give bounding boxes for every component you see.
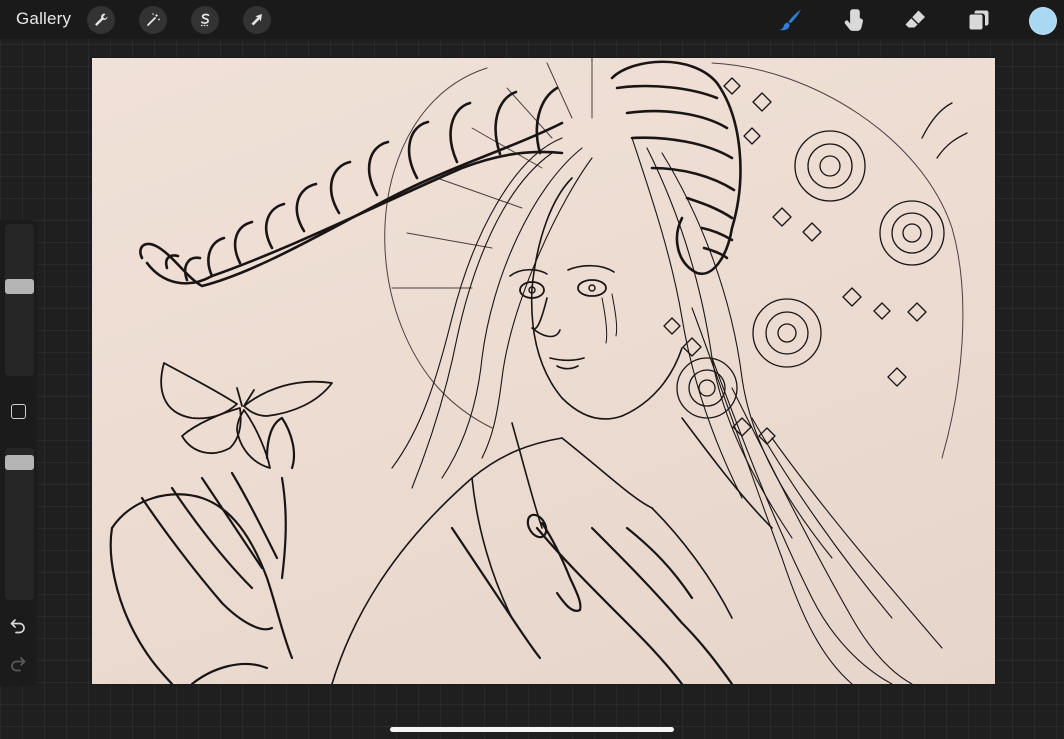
selection-button[interactable] bbox=[191, 6, 219, 34]
right-horn bbox=[610, 60, 742, 276]
brush-size-slider[interactable] bbox=[5, 224, 34, 376]
eraser-icon bbox=[905, 10, 925, 28]
smudge-tool-button[interactable] bbox=[838, 5, 868, 35]
color-picker-button[interactable] bbox=[1029, 7, 1057, 35]
procreate-app: Gallery bbox=[0, 0, 1064, 739]
eraser-tool-button[interactable] bbox=[900, 5, 930, 35]
top-toolbar: Gallery bbox=[0, 0, 1064, 39]
actions-button[interactable] bbox=[87, 6, 115, 34]
butterfly bbox=[160, 362, 333, 469]
selection-s-icon bbox=[200, 13, 210, 27]
arrow-cursor-icon bbox=[251, 14, 262, 26]
brush-sidebar bbox=[0, 220, 37, 686]
brush-opacity-slider[interactable] bbox=[5, 448, 34, 600]
redo-icon[interactable] bbox=[9, 654, 27, 672]
transform-button[interactable] bbox=[243, 6, 271, 34]
brush-tool-button[interactable] bbox=[775, 5, 805, 35]
line-art-illustration bbox=[109, 58, 968, 684]
right-hand bbox=[450, 513, 734, 684]
halo-ring bbox=[384, 58, 964, 459]
brush-icon bbox=[779, 9, 801, 31]
drawing-canvas[interactable] bbox=[92, 58, 995, 684]
figure-hair bbox=[391, 137, 943, 684]
brush-size-thumb[interactable] bbox=[5, 279, 34, 294]
smudge-finger-icon bbox=[844, 9, 863, 31]
undo-icon[interactable] bbox=[9, 616, 27, 634]
brush-opacity-thumb[interactable] bbox=[5, 455, 34, 470]
layers-icon bbox=[969, 10, 989, 30]
gallery-button[interactable]: Gallery bbox=[16, 9, 71, 29]
modify-button[interactable] bbox=[11, 404, 26, 419]
flower-crown bbox=[663, 77, 968, 445]
figure-clothing bbox=[331, 417, 773, 684]
magic-wand-icon bbox=[147, 13, 160, 26]
left-horn bbox=[139, 86, 564, 288]
left-hand bbox=[109, 416, 296, 684]
adjustments-button[interactable] bbox=[139, 6, 167, 34]
layers-button[interactable] bbox=[964, 5, 994, 35]
wrench-icon bbox=[95, 13, 108, 26]
home-indicator[interactable] bbox=[390, 727, 674, 732]
